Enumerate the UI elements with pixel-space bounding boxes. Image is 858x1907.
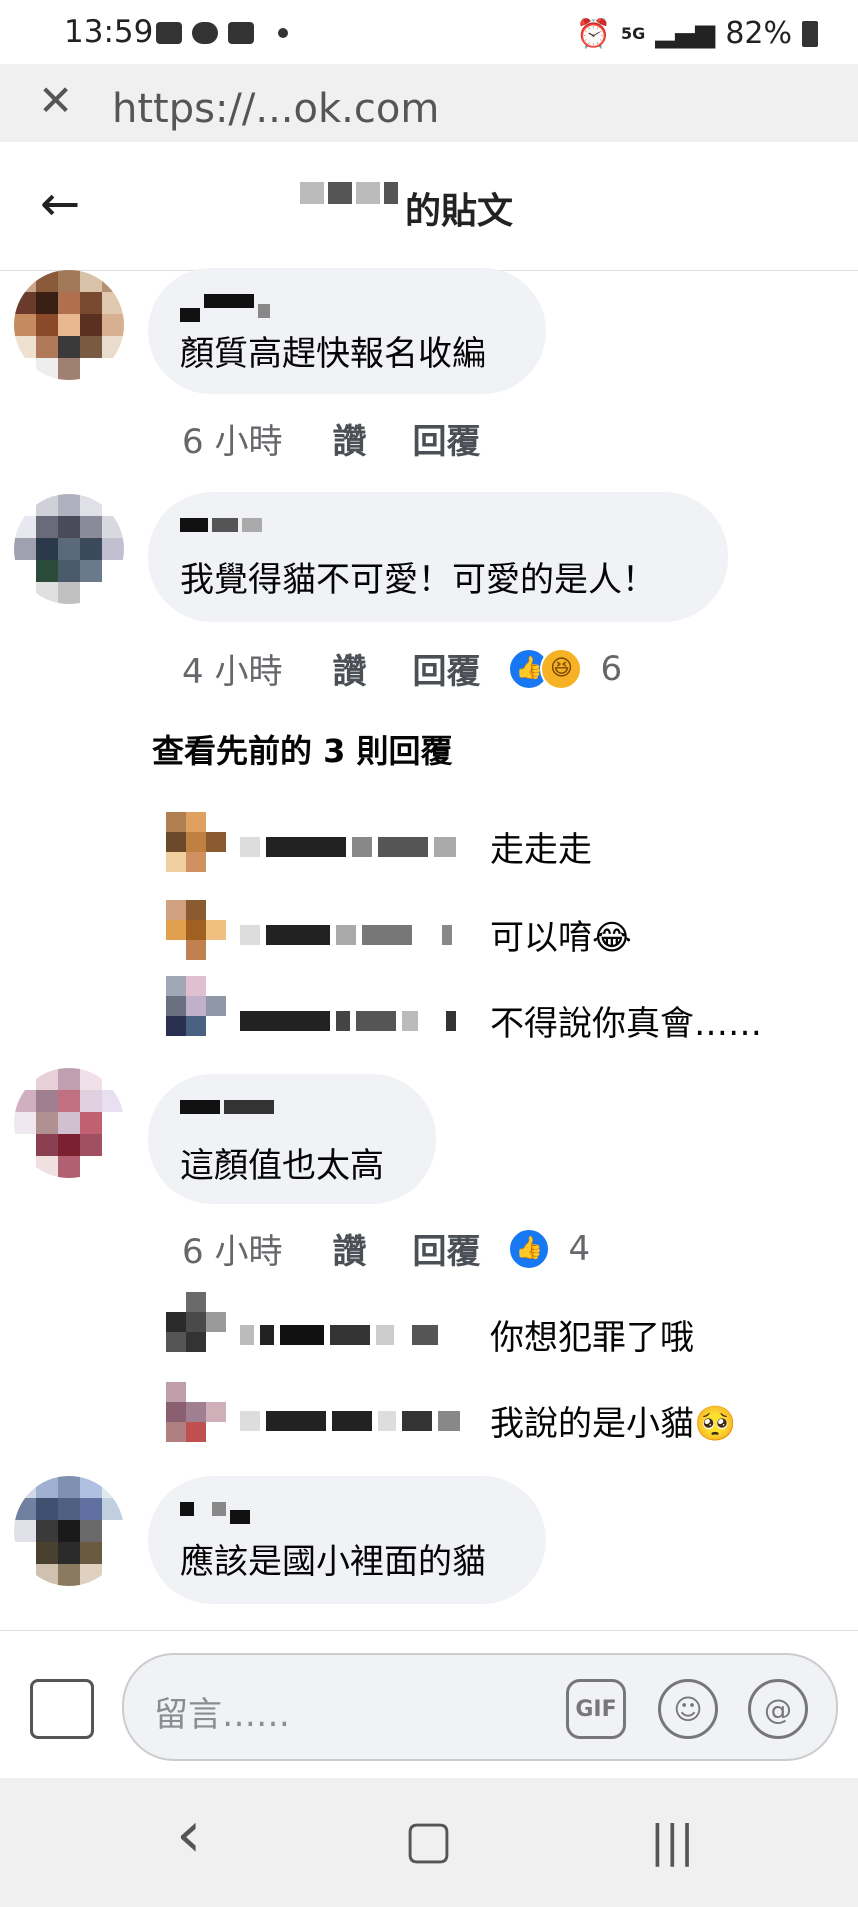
blurred-replier-name (240, 836, 490, 857)
comment-actions: 4 小時 讚 回覆 👍 😆 6 (182, 644, 622, 693)
network-type: 5G (621, 24, 646, 43)
reply-item[interactable]: 不得說你真會…… (240, 996, 762, 1045)
system-nav-bar: ‹ ▢ ||| (0, 1778, 858, 1907)
comment-composer: 留言…… GIF ☺ @ (0, 1630, 858, 1779)
avatar[interactable] (166, 812, 226, 872)
close-icon[interactable]: ✕ (38, 76, 73, 125)
page-title: 的貼文 (405, 191, 514, 232)
youtube-icon (228, 22, 254, 44)
comment-bubble[interactable]: 顏質高趕快報名收編 (148, 268, 546, 394)
like-button[interactable]: 讚 (332, 1224, 366, 1273)
comment-bubble[interactable]: 這顏值也太高 (148, 1074, 436, 1204)
avatar[interactable] (166, 900, 226, 960)
comment-text: 我覺得貓不可愛！可愛的是人！ (180, 560, 656, 600)
comment-bubble[interactable]: 應該是國小裡面的貓 (148, 1476, 546, 1604)
comment-actions: 6 小時 讚 回覆 👍 4 (182, 1224, 590, 1273)
like-button[interactable]: 讚 (332, 644, 366, 693)
url-text[interactable]: https://...ok.com (112, 86, 439, 132)
reply-button[interactable]: 回覆 (412, 1224, 480, 1273)
home-icon[interactable]: ▢ (404, 1810, 453, 1870)
status-time: 13:59 (64, 14, 154, 50)
blurred-commenter-name (180, 1502, 250, 1524)
gallery-icon (156, 22, 182, 44)
blurred-replier-name (240, 1324, 490, 1345)
system-icons: ⏰ 5G ▂▄▆ 82% (576, 16, 818, 51)
blurred-author-name (300, 182, 398, 204)
reaction-count[interactable]: 6 (600, 649, 622, 689)
reply-button[interactable]: 回覆 (412, 414, 480, 463)
recents-icon[interactable]: ||| (650, 1816, 694, 1867)
view-previous-replies[interactable]: 查看先前的 3 則回覆 (152, 726, 453, 772)
battery-level: 82% (725, 16, 792, 51)
alarm-icon: ⏰ (576, 17, 612, 50)
back-icon[interactable]: ‹ (176, 1798, 202, 1872)
avatar[interactable] (166, 1382, 226, 1442)
blurred-commenter-name (180, 518, 262, 532)
emoji-icon[interactable]: ☺ (658, 1679, 718, 1739)
blurred-commenter-name (180, 294, 270, 322)
comment-time: 6 小時 (182, 422, 283, 462)
back-arrow-icon[interactable]: ← (40, 176, 80, 232)
line-icon (192, 22, 218, 44)
avatar[interactable] (14, 1476, 124, 1586)
comment-actions: 6 小時 讚 回覆 (182, 414, 480, 463)
comment-input[interactable]: 留言…… GIF ☺ @ (122, 1653, 838, 1761)
photo-icon[interactable] (30, 1679, 94, 1739)
comment-text: 這顏值也太高 (180, 1146, 384, 1186)
avatar[interactable] (166, 976, 226, 1036)
notification-icons (156, 22, 288, 44)
reply-text: 我說的是小貓🥺 (490, 1404, 737, 1444)
blurred-commenter-name (180, 1100, 274, 1114)
blurred-replier-name (240, 924, 490, 945)
signal-icon: ▂▄▆ (655, 18, 716, 49)
more-notifications-icon (278, 28, 288, 38)
comment-time: 6 小時 (182, 1232, 283, 1272)
reaction-count[interactable]: 4 (568, 1229, 590, 1269)
thumbs-up-icon: 👍 (508, 1227, 551, 1270)
avatar[interactable] (166, 1292, 226, 1352)
comment-placeholder: 留言…… (154, 1695, 290, 1735)
reply-item[interactable]: 可以唷😂 (240, 910, 632, 959)
reply-item[interactable]: 走走走 (240, 822, 592, 871)
comment-bubble[interactable]: 我覺得貓不可愛！可愛的是人！ (148, 492, 728, 622)
reply-text: 不得說你真會…… (490, 1004, 762, 1044)
page-header: ← 的貼文 (0, 142, 858, 271)
blurred-replier-name (240, 1410, 490, 1431)
comment-time: 4 小時 (182, 652, 283, 692)
status-bar: 13:59 ⏰ 5G ▂▄▆ 82% (0, 0, 858, 64)
like-button[interactable]: 讚 (332, 414, 366, 463)
reply-item[interactable]: 你想犯罪了哦 (240, 1310, 694, 1359)
browser-url-bar: ✕ https://...ok.com (0, 64, 858, 142)
avatar[interactable] (14, 1068, 124, 1178)
reply-item[interactable]: 我說的是小貓🥺 (240, 1396, 736, 1445)
haha-icon: 😆 (540, 647, 583, 690)
reply-button[interactable]: 回覆 (412, 644, 480, 693)
comment-text: 應該是國小裡面的貓 (180, 1542, 486, 1582)
blurred-replier-name (240, 1010, 490, 1031)
gif-icon[interactable]: GIF (566, 1679, 626, 1739)
avatar[interactable] (14, 494, 124, 604)
battery-icon (802, 20, 818, 47)
avatar[interactable] (14, 270, 124, 380)
reply-text: 可以唷😂 (490, 918, 632, 958)
comment-text: 顏質高趕快報名收編 (180, 334, 486, 374)
reply-text: 你想犯罪了哦 (490, 1318, 694, 1358)
mention-icon[interactable]: @ (748, 1679, 808, 1739)
reply-text: 走走走 (490, 830, 592, 870)
